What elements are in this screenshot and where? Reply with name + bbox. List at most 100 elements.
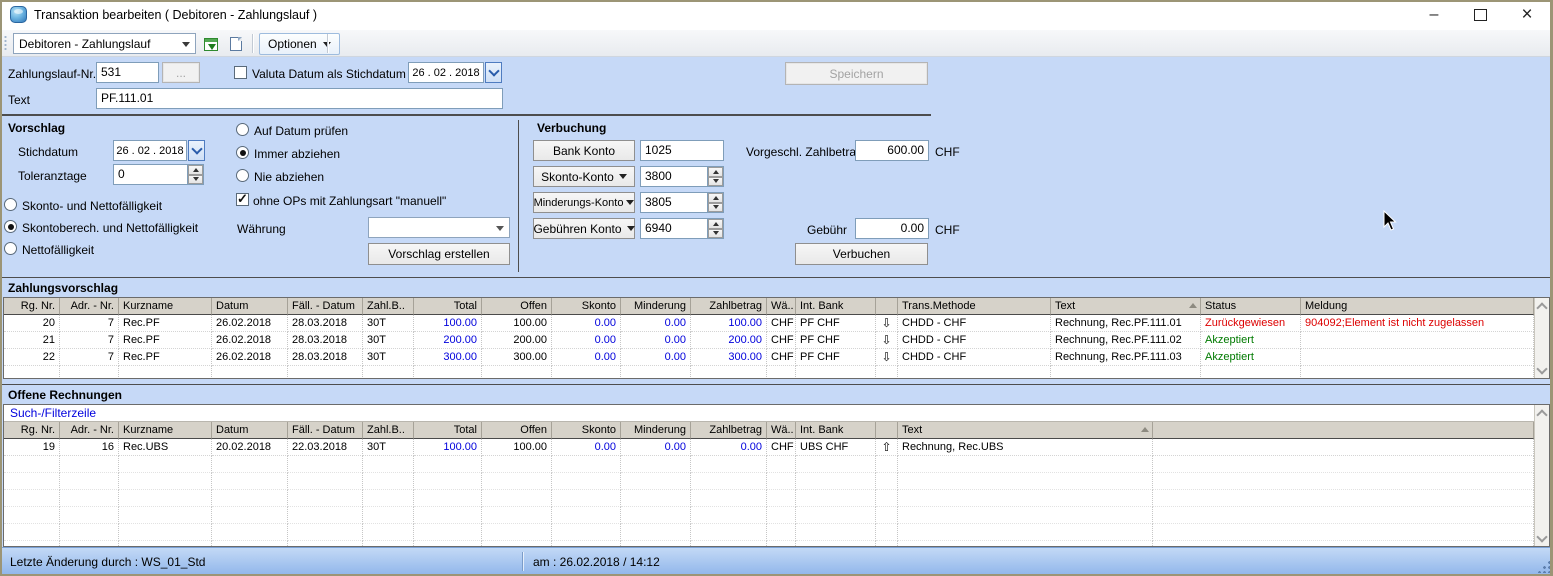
column-header-minderung[interactable]: Minderung [621, 422, 691, 439]
valuta-date-value[interactable]: 26 . 02 . 2018 [408, 62, 484, 83]
valuta-checkbox[interactable] [234, 66, 247, 79]
column-header-faell[interactable]: Fäll. - Datum [288, 298, 363, 315]
skonto-konto-button[interactable]: Skonto-Konto [533, 166, 635, 187]
column-header-zahlbetrag[interactable]: Zahlbetrag [691, 298, 767, 315]
column-header-trans[interactable]: Trans.Methode [898, 298, 1051, 315]
import-button[interactable] [200, 34, 222, 54]
skonto-konto-value[interactable]: 3800 [641, 167, 707, 186]
column-header-filler[interactable] [1153, 422, 1534, 439]
column-header-wae[interactable]: Wä.. [767, 298, 796, 315]
stichdatum-date-picker[interactable]: 26 . 02 . 2018 [113, 140, 205, 161]
spin-up-icon[interactable] [188, 165, 203, 175]
module-select[interactable]: Debitoren - Zahlungslauf [13, 33, 196, 54]
spin-up-icon[interactable] [708, 193, 723, 203]
gebuehren-konto-stepper[interactable]: 6940 [640, 218, 724, 239]
gebuehren-konto-button[interactable]: Gebühren Konto [533, 218, 635, 239]
skonto-konto-stepper[interactable]: 3800 [640, 166, 724, 187]
radio-immer-abziehen[interactable] [236, 146, 249, 159]
radio-nie-abziehen[interactable] [236, 169, 249, 182]
spin-up-icon[interactable] [708, 167, 723, 177]
column-header-offen[interactable]: Offen [482, 422, 552, 439]
column-header-text[interactable]: Text [898, 422, 1153, 439]
column-header-dir[interactable] [876, 298, 898, 315]
date-dropdown-button[interactable] [188, 140, 205, 161]
stichdatum-value[interactable]: 26 . 02 . 2018 [113, 140, 187, 161]
column-header-skonto[interactable]: Skonto [552, 422, 621, 439]
spin-down-icon[interactable] [708, 203, 723, 213]
scroll-down-icon[interactable] [1536, 531, 1548, 545]
column-header-total[interactable]: Total [414, 298, 482, 315]
search-filter-row[interactable]: Such-/Filterzeile [4, 405, 1534, 422]
browse-button[interactable]: ... [162, 62, 200, 83]
column-header-minderung[interactable]: Minderung [621, 298, 691, 315]
column-header-kurzname[interactable]: Kurzname [119, 422, 212, 439]
radio-skontoberech-netto[interactable] [4, 220, 17, 233]
table-row[interactable]: 1916Rec.UBS20.02.201822.03.201830T100.00… [4, 439, 1534, 456]
minderungs-konto-value[interactable]: 3805 [641, 193, 707, 212]
radio-auf-datum-pruefen[interactable] [236, 123, 249, 136]
column-header-offen[interactable]: Offen [482, 298, 552, 315]
waehrung-select[interactable] [368, 217, 510, 238]
zahlungslauf-nr-input[interactable]: 531 [96, 62, 159, 83]
spin-down-icon[interactable] [708, 229, 723, 239]
column-header-adr[interactable]: Adr. - Nr. [60, 298, 119, 315]
vorgeschl-zahlbetrag-input[interactable]: 600.00 [855, 140, 929, 161]
column-header-meldung[interactable]: Meldung [1301, 298, 1534, 315]
date-dropdown-button[interactable] [485, 62, 502, 83]
spinner-buttons[interactable] [707, 193, 723, 212]
speichern-button[interactable]: Speichern [785, 62, 928, 85]
minderungs-konto-button[interactable]: Minderungs-Konto [533, 192, 635, 213]
vorschlag-erstellen-button[interactable]: Vorschlag erstellen [368, 243, 510, 265]
resize-grip[interactable] [1537, 560, 1550, 573]
spin-up-icon[interactable] [708, 219, 723, 229]
spinner-buttons[interactable] [707, 219, 723, 238]
column-header-kurzname[interactable]: Kurzname [119, 298, 212, 315]
gebuehren-konto-value[interactable]: 6940 [641, 219, 707, 238]
minimize-button[interactable]: – [1413, 2, 1455, 28]
column-header-zahlb[interactable]: Zahl.B.. [363, 422, 414, 439]
radio-skonto-netto[interactable] [4, 198, 17, 211]
ohne-ops-checkbox[interactable] [236, 193, 249, 206]
scroll-up-icon[interactable] [1536, 406, 1548, 420]
toleranztage-stepper[interactable]: 0 [113, 164, 204, 185]
text-input[interactable]: PF.111.01 [96, 88, 503, 109]
maximize-button[interactable] [1459, 2, 1501, 28]
gebuehr-input[interactable]: 0.00 [855, 218, 929, 239]
column-header-zahlbetrag[interactable]: Zahlbetrag [691, 422, 767, 439]
minderungs-konto-stepper[interactable]: 3805 [640, 192, 724, 213]
scroll-down-icon[interactable] [1536, 363, 1548, 377]
column-header-faell[interactable]: Fäll. - Datum [288, 422, 363, 439]
column-header-intbank[interactable]: Int. Bank [796, 422, 876, 439]
scroll-up-icon[interactable] [1536, 299, 1548, 313]
vertical-scrollbar[interactable] [1534, 298, 1549, 378]
column-header-total[interactable]: Total [414, 422, 482, 439]
vertical-scrollbar[interactable] [1534, 405, 1549, 546]
column-header-skonto[interactable]: Skonto [552, 298, 621, 315]
column-header-rg[interactable]: Rg. Nr. [4, 422, 60, 439]
radio-nettofaelligkeit[interactable] [4, 242, 17, 255]
column-header-adr[interactable]: Adr. - Nr. [60, 422, 119, 439]
column-header-rg[interactable]: Rg. Nr. [4, 298, 60, 315]
close-button[interactable]: × [1506, 2, 1548, 28]
valuta-date-picker[interactable]: 26 . 02 . 2018 [408, 62, 502, 83]
bank-konto-input[interactable]: 1025 [640, 140, 724, 161]
spin-down-icon[interactable] [188, 175, 203, 185]
table-row[interactable]: 227Rec.PF26.02.201828.03.201830T300.0030… [4, 349, 1534, 366]
verbuchen-button[interactable]: Verbuchen [795, 243, 928, 265]
column-header-datum[interactable]: Datum [212, 422, 288, 439]
column-header-datum[interactable]: Datum [212, 298, 288, 315]
search-filter-link[interactable]: Such-/Filterzeile [10, 406, 96, 420]
toleranztage-value[interactable]: 0 [114, 165, 187, 184]
table-row[interactable]: 207Rec.PF26.02.201828.03.201830T100.0010… [4, 315, 1534, 332]
table-row[interactable]: 217Rec.PF26.02.201828.03.201830T200.0020… [4, 332, 1534, 349]
column-header-zahlb[interactable]: Zahl.B.. [363, 298, 414, 315]
column-header-text[interactable]: Text [1051, 298, 1201, 315]
spinner-buttons[interactable] [707, 167, 723, 186]
column-header-intbank[interactable]: Int. Bank [796, 298, 876, 315]
column-header-dir[interactable] [876, 422, 898, 439]
column-header-status[interactable]: Status [1201, 298, 1301, 315]
new-document-button[interactable] [225, 34, 247, 54]
toolbar-grip[interactable] [4, 35, 7, 52]
bank-konto-button[interactable]: Bank Konto [533, 140, 635, 161]
spinner-buttons[interactable] [187, 165, 203, 184]
